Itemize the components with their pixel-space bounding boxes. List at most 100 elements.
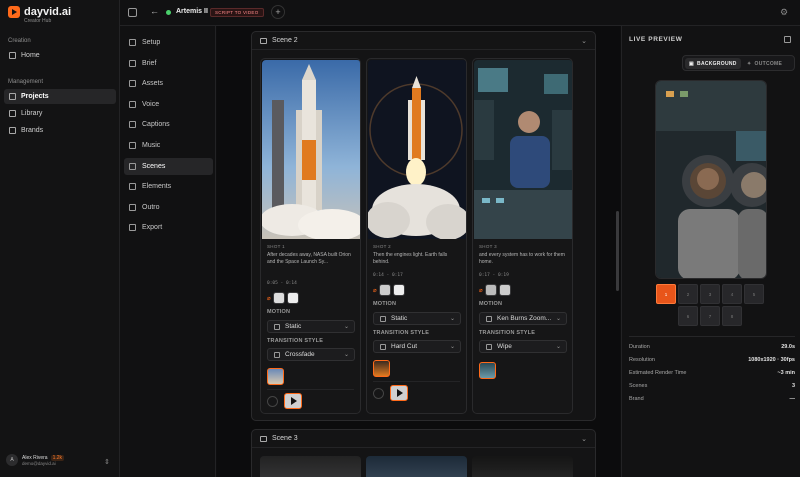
- asset-chip[interactable]: [498, 284, 511, 296]
- scene-tile[interactable]: 3: [700, 284, 720, 304]
- step-label: Brief: [142, 60, 157, 67]
- motion-label: MOTION: [267, 309, 291, 315]
- preview-frame[interactable]: [655, 80, 767, 279]
- transition-select[interactable]: Wipe ⌄: [479, 340, 567, 353]
- transition-select[interactable]: Hard Cut ⌄: [373, 340, 461, 353]
- motion-select[interactable]: Static ⌄: [267, 320, 355, 333]
- scenes-editor: Scene 2 ⌄ SHOT 1 After decades away, NAS…: [217, 26, 620, 477]
- shot-card[interactable]: SHOT 3 and every system has to work for …: [472, 58, 573, 414]
- home-icon: [9, 52, 16, 59]
- shot-script: After decades away, NASA built Orion and…: [267, 252, 351, 265]
- scene-tile[interactable]: 2: [678, 284, 698, 304]
- shot-assets: ⌀: [267, 292, 299, 304]
- step-outro[interactable]: Outro: [124, 199, 213, 216]
- step-label: Music: [142, 142, 161, 149]
- scene-header[interactable]: Scene 3 ⌄: [252, 430, 595, 448]
- clip-thumbnail[interactable]: [373, 360, 390, 377]
- step-elements[interactable]: Elements: [124, 178, 213, 195]
- clip-thumbnail[interactable]: [267, 368, 284, 385]
- sidebar-item-library[interactable]: Library: [4, 106, 116, 121]
- scene-tile[interactable]: 1: [656, 284, 676, 304]
- export-icon: [129, 224, 136, 231]
- add-tab-button[interactable]: +: [271, 5, 285, 19]
- brand-subtitle: Creator Hub: [24, 18, 52, 24]
- chevron-down-icon[interactable]: ⌄: [581, 435, 587, 443]
- sidebar-item-brands[interactable]: Brands: [4, 123, 116, 138]
- preview-title: LIVE PREVIEW: [629, 36, 683, 43]
- disable-icon[interactable]: [373, 387, 384, 399]
- library-icon: [9, 110, 16, 117]
- scene-tile[interactable]: 4: [722, 284, 742, 304]
- toggle-label: BACKGROUND: [697, 60, 737, 67]
- transition-value: Wipe: [497, 343, 512, 350]
- clip-thumbnail[interactable]: [479, 362, 496, 379]
- step-scenes[interactable]: Scenes: [124, 158, 213, 175]
- shot-thumbnail[interactable]: [260, 456, 361, 477]
- asset-chip[interactable]: [392, 284, 405, 296]
- motion-select[interactable]: Static ⌄: [373, 312, 461, 325]
- shot-card[interactable]: SHOT 2 Then the engines light. Earth fal…: [366, 58, 467, 414]
- scene-tile[interactable]: 7: [700, 306, 720, 326]
- settings-icon[interactable]: ⚙: [780, 7, 788, 18]
- user-email: demo@dayvid.ai: [22, 460, 56, 466]
- scene-tile[interactable]: 8: [722, 306, 742, 326]
- outcome-toggle[interactable]: ✦ OUTCOME: [743, 58, 786, 69]
- expand-icon[interactable]: [784, 36, 791, 43]
- step-label: Voice: [142, 101, 160, 108]
- chevron-down-icon[interactable]: ⌄: [581, 37, 587, 45]
- scrollbar[interactable]: [616, 211, 619, 291]
- motion-select[interactable]: Ken Burns Zoom... ⌄: [479, 312, 567, 325]
- play-button[interactable]: [390, 385, 408, 401]
- user-profile[interactable]: A Alex Rivera 1.2k demo@dayvid.ai: [6, 454, 65, 466]
- stat-key: Estimated Render Time: [629, 370, 687, 376]
- user-name: Alex Rivera: [22, 454, 48, 461]
- sidebar-item-projects[interactable]: Projects: [4, 89, 116, 104]
- chevron-down-icon: ⌄: [343, 352, 349, 358]
- toggle-label: OUTCOME: [754, 60, 783, 67]
- wand-icon: ✦: [747, 60, 752, 67]
- top-bar: ← Artemis II SCRIPT TO VIDEO + ⚙: [120, 0, 800, 26]
- transition-icon: [486, 343, 492, 350]
- brand-logo[interactable]: dayvid.ai: [8, 6, 71, 18]
- mic-icon: [129, 101, 136, 108]
- background-toggle[interactable]: ▣ BACKGROUND: [685, 58, 741, 69]
- shot-thumbnail[interactable]: [368, 60, 466, 239]
- step-export[interactable]: Export: [124, 219, 213, 236]
- scene-header[interactable]: Scene 2 ⌄: [252, 32, 595, 50]
- chevron-down-icon: ⌄: [555, 344, 561, 350]
- play-button[interactable]: [284, 393, 302, 409]
- stat-value: —: [789, 396, 796, 402]
- motion-icon: [486, 315, 492, 322]
- scene-tile[interactable]: 5: [744, 284, 764, 304]
- step-brief[interactable]: Brief: [124, 55, 213, 72]
- step-assets[interactable]: Assets: [124, 75, 213, 92]
- scene-panel: Scene 3 ⌄: [251, 429, 596, 477]
- back-arrow-icon[interactable]: ←: [150, 6, 159, 16]
- divider: [267, 389, 354, 390]
- chevron-updown-icon[interactable]: ⇕: [104, 458, 110, 466]
- asset-chip[interactable]: [272, 292, 285, 304]
- asset-chip[interactable]: [378, 284, 391, 296]
- asset-chip[interactable]: [286, 292, 299, 304]
- scene-tile[interactable]: 6: [678, 306, 698, 326]
- sidebar-item-home[interactable]: Home: [4, 48, 116, 63]
- asset-chip[interactable]: [484, 284, 497, 296]
- shot-thumbnail[interactable]: [474, 60, 572, 239]
- shot-thumbnail[interactable]: [472, 456, 573, 477]
- stat-key: Scenes: [629, 383, 648, 389]
- transition-icon: [274, 351, 280, 358]
- step-captions[interactable]: Captions: [124, 116, 213, 133]
- shot-thumbnail[interactable]: [366, 456, 467, 477]
- status-dot: [166, 10, 171, 15]
- step-setup[interactable]: Setup: [124, 34, 213, 51]
- divider: [373, 381, 460, 382]
- step-voice[interactable]: Voice: [124, 96, 213, 113]
- disable-icon[interactable]: [267, 395, 278, 407]
- preview-mode-toggle: ▣ BACKGROUND ✦ OUTCOME: [682, 55, 795, 71]
- shot-card[interactable]: SHOT 1 After decades away, NASA built Or…: [260, 58, 361, 414]
- step-music[interactable]: Music: [124, 137, 213, 154]
- stat-resolution: Resolution 1080x1920 · 30fps: [629, 357, 795, 363]
- shot-thumbnail[interactable]: [262, 60, 360, 239]
- sidebar-toggle-icon[interactable]: [128, 8, 137, 17]
- transition-select[interactable]: Crossfade ⌄: [267, 348, 355, 361]
